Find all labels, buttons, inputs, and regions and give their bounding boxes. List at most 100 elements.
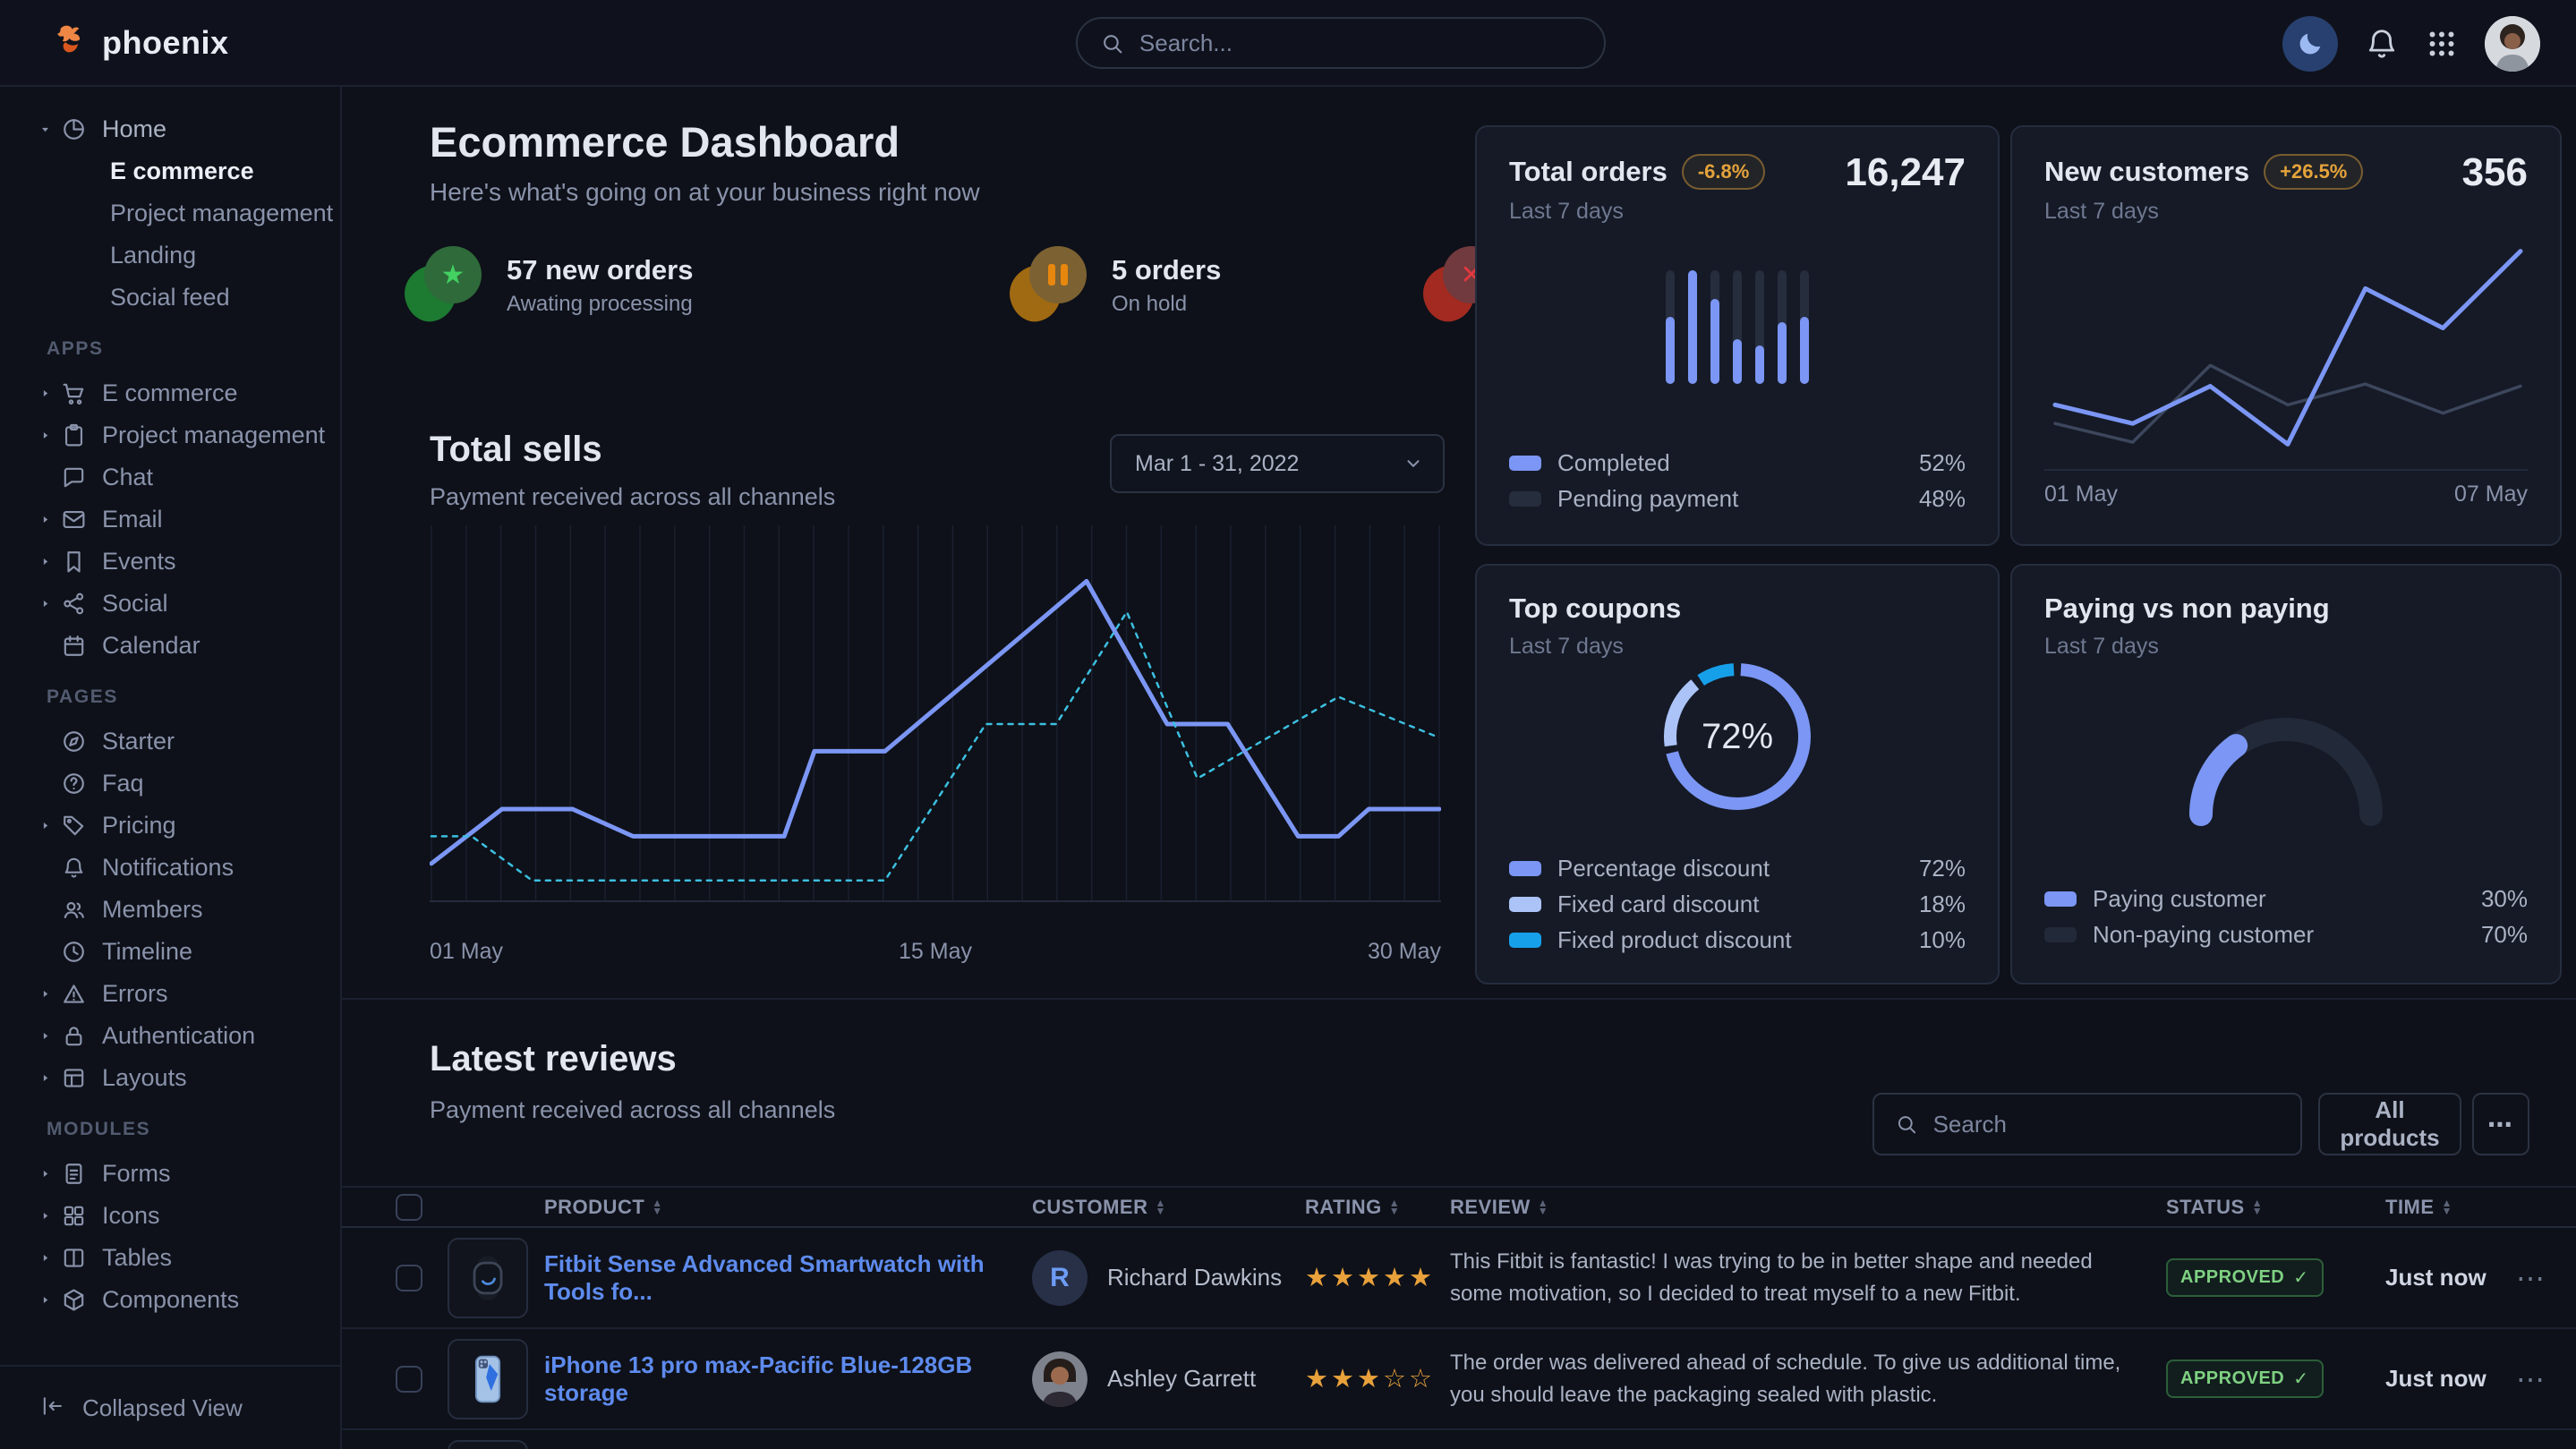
product-image[interactable] (448, 1440, 528, 1449)
sidebar-collapse-toggle[interactable]: Collapsed View (0, 1365, 340, 1449)
reviews-search-input[interactable] (1932, 1110, 2279, 1139)
sidebar-item-label: Faq (102, 770, 144, 797)
sidebar-item-label: E commerce (102, 379, 238, 407)
global-search[interactable] (1076, 17, 1606, 69)
help-icon (61, 771, 102, 797)
sidebar-item-label: Icons (102, 1202, 160, 1230)
stat-caption: On hold (1112, 292, 1221, 317)
navbar-actions (2282, 0, 2540, 87)
customer-avatar[interactable]: R (1032, 1250, 1088, 1306)
collapse-icon (39, 1394, 64, 1423)
sidebar-item-social[interactable]: Social (39, 583, 340, 625)
sidebar-subitem-social-feed[interactable]: Social feed (39, 277, 340, 319)
search-input[interactable] (1138, 29, 1581, 58)
product-link[interactable]: Fitbit Sense Advanced Smartwatch with To… (544, 1250, 985, 1305)
column-header-product[interactable]: PRODUCT▲▼ (544, 1196, 1032, 1219)
paying-vs-nonpaying-card: Paying vs non paying Last 7 days Paying … (2010, 564, 2562, 984)
product-image[interactable] (448, 1339, 528, 1419)
clipboard-icon (61, 422, 102, 448)
sidebar-item-icons[interactable]: Icons (39, 1195, 340, 1237)
product-image[interactable] (448, 1238, 528, 1318)
sidebar-item-components[interactable]: Components (39, 1279, 340, 1321)
sidebar-item-forms[interactable]: Forms (39, 1153, 340, 1195)
sidebar-item-label: Email (102, 506, 163, 533)
notifications-button[interactable] (2365, 27, 2399, 61)
compass-icon (61, 729, 102, 754)
sidebar-item-errors[interactable]: Errors (39, 973, 340, 1015)
column-header-status[interactable]: STATUS▲▼ (2166, 1196, 2385, 1219)
sidebar-item-chat[interactable]: Chat (39, 456, 340, 499)
sidebar-item-faq[interactable]: Faq (39, 763, 340, 805)
column-header-time[interactable]: TIME▲▼ (2385, 1196, 2511, 1219)
sidebar-item-label: Calendar (102, 632, 200, 660)
sidebar-item-calendar[interactable]: Calendar (39, 625, 340, 667)
caret-right-icon (39, 1072, 61, 1084)
reviews-more-button[interactable]: ⋯ (2472, 1093, 2529, 1155)
theme-toggle-button[interactable] (2282, 16, 2338, 72)
product-link[interactable]: iPhone 13 pro max-Pacific Blue-128GB sto… (544, 1351, 972, 1406)
time-value: Just now (2385, 1365, 2511, 1393)
caret-right-icon (39, 1168, 61, 1180)
column-header-review[interactable]: REVIEW▲▼ (1450, 1196, 2166, 1219)
row-checkbox[interactable] (396, 1265, 422, 1291)
apps-grid-button[interactable] (2426, 28, 2458, 60)
sidebar-subitem-landing[interactable]: Landing (39, 234, 340, 277)
new-customers-card: New customers +26.5% 356 Last 7 days 01 … (2010, 125, 2562, 546)
product-image-cell (448, 1440, 544, 1449)
card-title: Total orders (1509, 156, 1668, 188)
date-range-select[interactable]: Mar 1 - 31, 2022 (1110, 434, 1445, 493)
paying-legend-row: Non-paying customer70% (2044, 916, 2528, 952)
card-title: New customers (2044, 156, 2249, 188)
caret-right-icon (39, 556, 61, 567)
legend-value: 10% (1919, 926, 1966, 954)
sidebar-item-layouts[interactable]: Layouts (39, 1057, 340, 1099)
page-title: Ecommerce Dashboard (430, 117, 900, 166)
legend-swatch (2044, 891, 2077, 907)
sidebar-item-events[interactable]: Events (39, 541, 340, 583)
collapse-label: Collapsed View (82, 1394, 243, 1422)
sidebar-item-notifications[interactable]: Notifications (39, 847, 340, 889)
axis-divider (2044, 469, 2528, 471)
row-menu-button[interactable]: ⋯ (2511, 1260, 2550, 1296)
legend-label: Percentage discount (1557, 855, 1903, 882)
column-header-rating[interactable]: RATING▲▼ (1305, 1196, 1450, 1219)
sidebar-item-email[interactable]: Email (39, 499, 340, 541)
caret-right-icon (39, 388, 61, 399)
row-menu-button[interactable]: ⋯ (2511, 1361, 2550, 1397)
bookmark-icon (61, 549, 102, 575)
top-coupons-legend-row: Percentage discount72% (1509, 850, 1966, 886)
top-coupons-legend-row: Fixed card discount18% (1509, 886, 1966, 922)
legend-value: 30% (2481, 885, 2528, 913)
sidebar-item-timeline[interactable]: Timeline (39, 931, 340, 973)
coupons-donut-chart: 72% (1652, 652, 1822, 822)
sidebar-item-pricing[interactable]: Pricing (39, 805, 340, 847)
sidebar-item-members[interactable]: Members (39, 889, 340, 931)
all-products-button[interactable]: All products (2318, 1093, 2461, 1155)
sidebar-item-project-management[interactable]: Project management (39, 414, 340, 456)
customer-avatar[interactable] (1032, 1351, 1088, 1407)
nine-dots-icon (2426, 28, 2458, 60)
sidebar-item-home[interactable]: Home (39, 108, 340, 150)
sidebar-item-starter[interactable]: Starter (39, 720, 340, 763)
select-all-checkbox[interactable] (396, 1194, 422, 1221)
sidebar-item-e-commerce[interactable]: E commerce (39, 372, 340, 414)
pie-chart-icon (61, 116, 102, 142)
reviews-search[interactable] (1872, 1093, 2302, 1155)
status-cell: APPROVED✓ (2166, 1258, 2385, 1297)
sidebar-item-tables[interactable]: Tables (39, 1237, 340, 1279)
legend-value: 70% (2481, 921, 2528, 949)
card-title: Paying vs non paying (2044, 592, 2330, 625)
sidebar-subitem-project-management[interactable]: Project management (39, 192, 340, 234)
paying-legend-row: Paying customer30% (2044, 881, 2528, 916)
bar-track (1710, 270, 1719, 384)
brand-logo[interactable]: phoenix (0, 21, 229, 64)
paying-gauge-chart (2174, 700, 2398, 834)
trend-badge: -6.8% (1682, 154, 1765, 190)
sidebar-item-authentication[interactable]: Authentication (39, 1015, 340, 1057)
column-header-customer[interactable]: CUSTOMER▲▼ (1032, 1196, 1305, 1219)
row-checkbox[interactable] (396, 1366, 422, 1393)
bar-fill (1688, 270, 1697, 384)
user-avatar[interactable] (2485, 16, 2540, 72)
brand-name: phoenix (102, 24, 229, 62)
sidebar-subitem-e-commerce[interactable]: E commerce (39, 150, 340, 192)
